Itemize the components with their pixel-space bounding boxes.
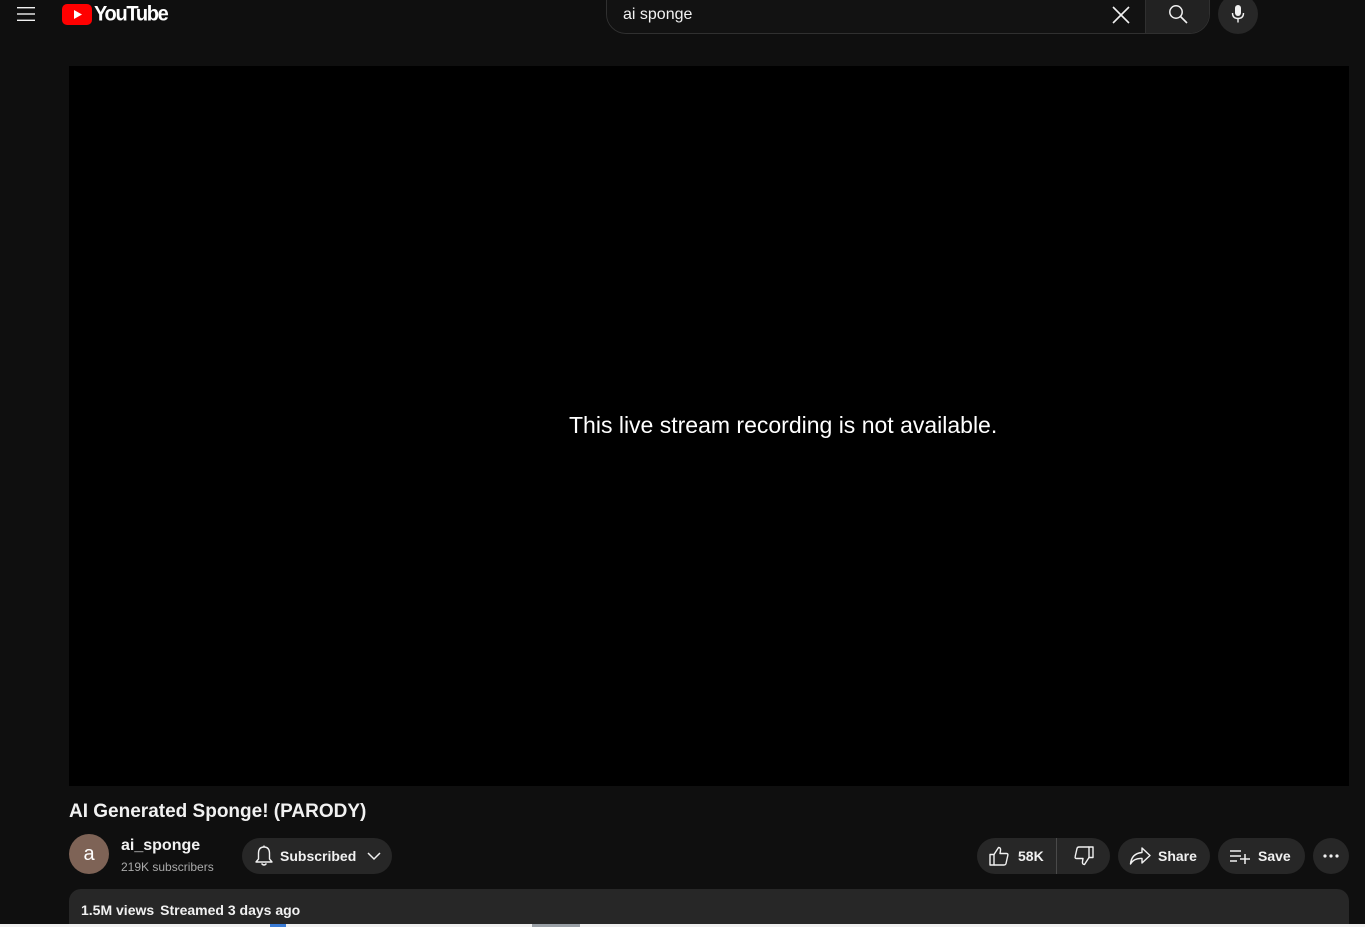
- video-title: AI Generated Sponge! (PARODY): [69, 801, 367, 822]
- description-box[interactable]: 1.5M views Streamed 3 days ago: [69, 889, 1349, 927]
- view-count: 1.5M views: [81, 902, 155, 918]
- like-button[interactable]: 58K: [977, 838, 1057, 874]
- search-field: [607, 0, 1145, 33]
- guide-menu-button[interactable]: [8, 0, 44, 28]
- more-horizontal-icon: [1323, 854, 1339, 858]
- search-box: [606, 0, 1210, 34]
- like-dislike-group: 58K: [977, 838, 1110, 874]
- channel-avatar[interactable]: a: [69, 834, 109, 874]
- menu-icon: [17, 7, 35, 21]
- description-meta: 1.5M views Streamed 3 days ago: [81, 902, 306, 918]
- thumbs-up-icon: [989, 846, 1009, 866]
- share-icon: [1129, 847, 1151, 865]
- share-label: Share: [1158, 848, 1197, 864]
- dislike-button[interactable]: [1057, 838, 1110, 874]
- youtube-logo[interactable]: YouTube: [62, 1, 169, 26]
- save-label: Save: [1258, 848, 1291, 864]
- subscribed-button[interactable]: Subscribed: [242, 838, 392, 874]
- mic-icon: [1231, 5, 1245, 23]
- voice-search-button[interactable]: [1218, 0, 1258, 34]
- clear-search-button[interactable]: [1103, 0, 1139, 31]
- video-player[interactable]: This live stream recording is not availa…: [69, 66, 1349, 786]
- youtube-logo-icon: [62, 3, 92, 25]
- search-button[interactable]: [1145, 0, 1209, 33]
- player-error-message: This live stream recording is not availa…: [569, 412, 998, 438]
- logo-text: YouTube: [94, 1, 169, 26]
- share-button[interactable]: Share: [1118, 838, 1210, 874]
- subscribed-label: Subscribed: [280, 848, 357, 864]
- search-icon: [1168, 5, 1188, 24]
- search-input[interactable]: [623, 1, 1113, 29]
- bell-icon: [255, 845, 273, 866]
- thumbs-down-icon: [1073, 846, 1094, 866]
- watch-page: YouTube This live stream rec: [0, 0, 1365, 927]
- playlist-add-icon: [1230, 850, 1250, 864]
- stream-date: Streamed 3 days ago: [160, 902, 301, 918]
- channel-name[interactable]: ai_sponge: [121, 837, 200, 855]
- close-icon: [1112, 6, 1130, 24]
- save-button[interactable]: Save: [1218, 838, 1305, 874]
- chevron-down-icon: [367, 852, 381, 861]
- like-count: 58K: [1018, 848, 1044, 864]
- subscriber-count: 219K subscribers: [121, 860, 214, 874]
- more-actions-button[interactable]: [1313, 838, 1349, 874]
